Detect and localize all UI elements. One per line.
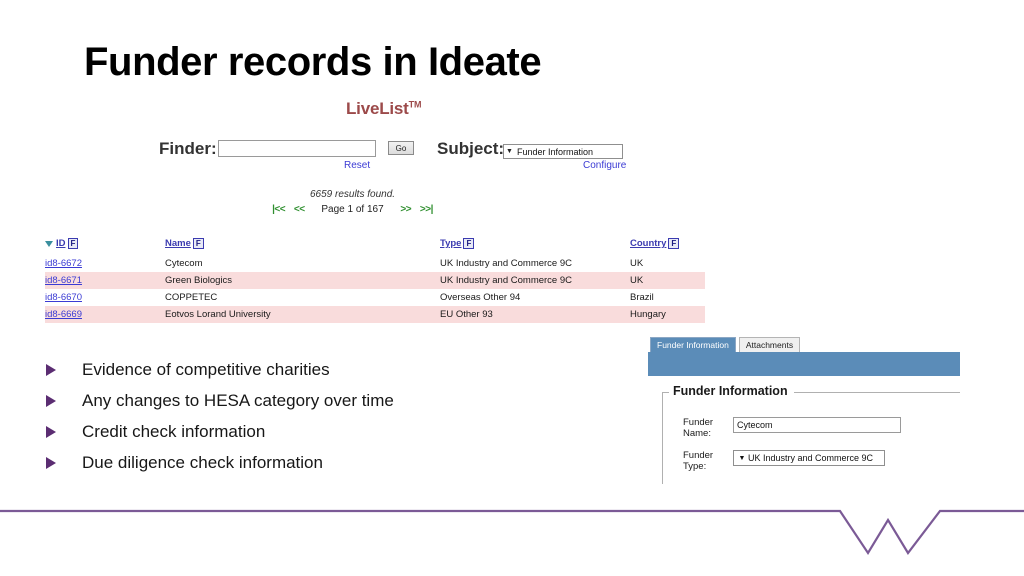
- table-row: id8-6671 Green Biologics UK Industry and…: [45, 271, 705, 289]
- list-item-label: Evidence of competitive charities: [82, 359, 330, 379]
- filter-icon-name[interactable]: F: [192, 238, 204, 249]
- last-page-button[interactable]: >>|: [420, 204, 433, 215]
- reset-link[interactable]: Reset: [344, 160, 370, 171]
- list-item-label: Any changes to HESA category over time: [82, 390, 394, 410]
- filter-icon-country[interactable]: F: [668, 238, 680, 249]
- chevron-down-icon: ▼: [506, 148, 513, 155]
- trademark-symbol: TM: [408, 99, 422, 110]
- column-header-type: Type F: [440, 238, 630, 255]
- cell-id: id8-6669: [45, 305, 165, 323]
- sort-descending-icon[interactable]: [45, 240, 53, 247]
- list-item: Credit check information: [46, 416, 566, 447]
- column-header-country: Country F: [630, 238, 705, 255]
- cell-name: Cytecom: [165, 257, 203, 269]
- subject-label: Subject:: [437, 139, 505, 158]
- panel-header-bar: [648, 352, 960, 376]
- page-title: Funder records in Ideate: [84, 40, 542, 84]
- record-link[interactable]: id8-6671: [45, 275, 82, 286]
- funder-detail-panel: Funder Information Attachments Funder In…: [648, 337, 960, 484]
- cell-id: id8-6671: [45, 271, 165, 289]
- triangle-bullet-icon: [46, 425, 56, 438]
- next-page-button[interactable]: >>: [400, 204, 411, 215]
- list-item-label: Due diligence check information: [82, 452, 323, 472]
- prev-page-button[interactable]: <<: [294, 204, 305, 215]
- zigzag-line: [0, 509, 1024, 556]
- column-header-id: ID F: [45, 238, 165, 255]
- list-item: Any changes to HESA category over time: [46, 385, 566, 416]
- tab-bar: Funder Information Attachments: [648, 337, 960, 352]
- cell-id: id8-6672: [45, 255, 165, 272]
- list-item: Due diligence check information: [46, 447, 566, 478]
- fieldset-legend: Funder Information: [669, 384, 794, 398]
- filter-icon-id[interactable]: F: [67, 238, 79, 249]
- triangle-bullet-icon: [46, 456, 56, 469]
- cell-name: Eotvos Lorand University: [165, 305, 440, 323]
- cell-country: Hungary: [630, 305, 705, 323]
- funder-information-fieldset: Funder Information Funder Name: Funder T…: [662, 384, 960, 484]
- record-link[interactable]: id8-6670: [45, 292, 82, 303]
- list-item: Evidence of competitive charities: [46, 354, 566, 385]
- tab-attachments[interactable]: Attachments: [738, 337, 801, 352]
- finder-input[interactable]: [218, 140, 376, 157]
- cell-id: id8-6670: [45, 289, 165, 306]
- results-table: ID F Name F Type F Country F id8-6672 Cy…: [45, 238, 705, 323]
- table-row: id8-6672 Cytecom UK Industry and Commerc…: [45, 255, 705, 272]
- cell-type: EU Other 93: [440, 305, 630, 323]
- funder-type-value: UK Industry and Commerce 9C: [748, 453, 874, 463]
- finder-label: Finder:: [159, 139, 217, 158]
- pagination: |<< << Page 1 of 167 >> >>|: [0, 204, 705, 215]
- cell-country: UK: [630, 271, 705, 289]
- list-item-label: Credit check information: [82, 421, 266, 441]
- tab-funder-information[interactable]: Funder Information: [650, 337, 736, 352]
- column-header-type-label[interactable]: Type: [440, 238, 461, 249]
- cell-country: UK: [630, 257, 644, 269]
- livelist-logo: LiveListTM: [346, 99, 421, 119]
- filter-icon-type[interactable]: F: [463, 238, 475, 249]
- funder-type-row: Funder Type: ▼ UK Industry and Commerce …: [683, 450, 885, 472]
- funder-name-label: Funder Name:: [683, 417, 714, 439]
- cell-name: Green Biologics: [165, 271, 440, 289]
- column-header-name-label[interactable]: Name: [165, 238, 191, 249]
- results-count: 6659 results found.: [309, 189, 396, 200]
- column-header-name: Name F: [165, 238, 440, 255]
- funder-name-input[interactable]: [733, 417, 901, 433]
- cell-country: Brazil: [630, 291, 654, 303]
- table-row: id8-6670 COPPETEC Overseas Other 94 Braz…: [45, 289, 705, 306]
- funder-type-label: Funder Type:: [683, 450, 714, 472]
- cell-type: UK Industry and Commerce 9C: [440, 271, 630, 289]
- subject-select-value: Funder Information: [517, 146, 594, 157]
- configure-link[interactable]: Configure: [583, 160, 626, 171]
- bullet-list: Evidence of competitive charities Any ch…: [46, 354, 566, 478]
- record-link[interactable]: id8-6669: [45, 309, 82, 320]
- chevron-down-icon: ▼: [738, 454, 746, 462]
- cell-type: UK Industry and Commerce 9C: [440, 257, 572, 269]
- column-header-id-label[interactable]: ID: [56, 238, 66, 249]
- column-header-country-label[interactable]: Country: [630, 238, 666, 249]
- triangle-bullet-icon: [46, 363, 56, 376]
- footer-decoration: [0, 509, 1024, 556]
- first-page-button[interactable]: |<<: [272, 204, 285, 215]
- triangle-bullet-icon: [46, 394, 56, 407]
- livelist-logo-text: LiveList: [346, 99, 409, 118]
- funder-type-select[interactable]: ▼ UK Industry and Commerce 9C: [733, 450, 885, 466]
- table-header-row: ID F Name F Type F Country F: [45, 238, 705, 255]
- page-indicator: Page 1 of 167: [321, 204, 384, 215]
- go-button[interactable]: Go: [388, 141, 414, 155]
- funder-name-row: Funder Name:: [683, 417, 901, 439]
- subject-select[interactable]: ▼ Funder Information: [503, 144, 623, 159]
- cell-type: Overseas Other 94: [440, 291, 521, 303]
- record-link[interactable]: id8-6672: [45, 258, 82, 269]
- cell-name: COPPETEC: [165, 291, 218, 303]
- table-row: id8-6669 Eotvos Lorand University EU Oth…: [45, 305, 705, 323]
